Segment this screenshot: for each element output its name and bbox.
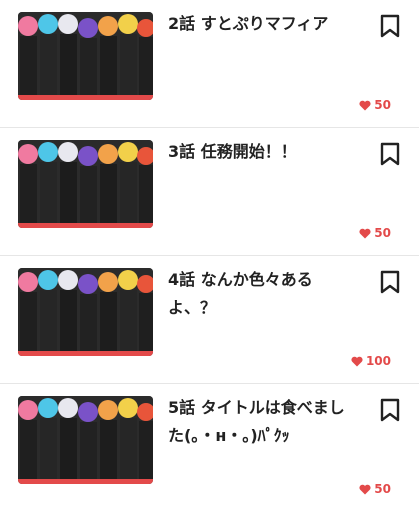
episode-row[interactable]: 2話 すとぷりマフィア 50	[0, 0, 419, 128]
like-count-value: 50	[374, 98, 391, 112]
like-count-value: 50	[374, 226, 391, 240]
thumbnail-illustration	[18, 396, 153, 479]
episode-title[interactable]: 3話 任務開始！！	[168, 138, 348, 166]
thumbnail-illustration	[18, 140, 153, 223]
bookmark-icon[interactable]	[379, 270, 401, 294]
bookmark-icon[interactable]	[379, 398, 401, 422]
episode-title[interactable]: 4話 なんか色々あるよ、？	[168, 266, 348, 322]
thumbnail-accent-bar	[18, 351, 153, 356]
episode-title[interactable]: 2話 すとぷりマフィア	[168, 10, 348, 38]
thumbnail-accent-bar	[18, 95, 153, 100]
like-count-value: 100	[365, 354, 391, 368]
heart-icon	[359, 100, 371, 110]
bookmark-icon[interactable]	[379, 142, 401, 166]
episode-thumbnail[interactable]	[18, 268, 153, 356]
like-count: 50	[359, 98, 391, 112]
like-count: 50	[359, 482, 391, 496]
thumbnail-illustration	[18, 268, 153, 351]
episode-title[interactable]: 5話 タイトルは食べました(｡・н・｡)ﾊﾟｸｯ	[168, 394, 348, 450]
thumbnail-illustration	[18, 12, 153, 95]
episode-list: 2話 すとぷりマフィア 50 3話 任務開始！！ 50 4話 なんか色々あるよ、…	[0, 0, 419, 512]
bookmark-icon[interactable]	[379, 14, 401, 38]
episode-row[interactable]: 4話 なんか色々あるよ、？ 100	[0, 256, 419, 384]
episode-row[interactable]: 5話 タイトルは食べました(｡・н・｡)ﾊﾟｸｯ 50	[0, 384, 419, 512]
episode-thumbnail[interactable]	[18, 396, 153, 484]
heart-icon	[359, 228, 371, 238]
episode-thumbnail[interactable]	[18, 12, 153, 100]
heart-icon	[351, 356, 363, 366]
episode-thumbnail[interactable]	[18, 140, 153, 228]
heart-icon	[359, 484, 371, 494]
like-count: 100	[351, 354, 391, 368]
episode-row[interactable]: 3話 任務開始！！ 50	[0, 128, 419, 256]
like-count-value: 50	[374, 482, 391, 496]
thumbnail-accent-bar	[18, 223, 153, 228]
thumbnail-accent-bar	[18, 479, 153, 484]
like-count: 50	[359, 226, 391, 240]
